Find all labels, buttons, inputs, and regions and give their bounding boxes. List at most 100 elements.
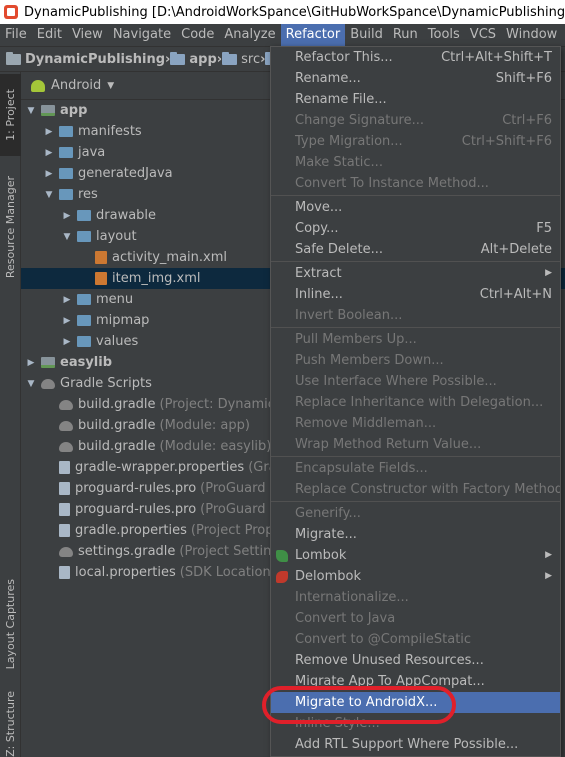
tree-item-label: drawable [96,208,157,223]
menu-item-replace-constructor-with-factory-method: Replace Constructor with Factory Method.… [271,479,560,500]
menu-item-shortcut: Alt+Delete [480,242,552,257]
menu-item-encapsulate-fields: Encapsulate Fields... [271,458,560,479]
menu-view[interactable]: View [67,24,108,46]
menu-item-rename[interactable]: Rename... Shift+F6 [271,68,560,89]
menu-edit[interactable]: Edit [32,24,67,46]
menu-item-move[interactable]: Move... [271,197,560,218]
menu-item-safe-delete[interactable]: Safe Delete... Alt+Delete [271,239,560,260]
menu-item-migrate[interactable]: Migrate... [271,524,560,545]
menu-item-shortcut: Ctrl+F6 [502,113,552,128]
collapsed-arrow-icon[interactable]: ▶ [43,148,55,158]
menu-item-wrap-method-return-value: Wrap Method Return Value... [271,434,560,455]
folder-icon [222,51,238,65]
menu-bar: File Edit View Navigate Code Analyze Refactor B… [0,24,565,46]
tree-item-label: gradle.properties [75,523,187,538]
properties-file-icon [59,503,70,516]
xml-file-icon [95,251,107,264]
delombok-icon [276,571,288,583]
menu-navigate[interactable]: Navigate [108,24,176,46]
menu-item-add-rtl-support-where-possible[interactable]: Add RTL Support Where Possible... [271,734,560,755]
tree-item-label: menu [96,292,134,307]
menu-item-lombok[interactable]: Lombok ▶ [271,545,560,566]
menu-item-label: Rename File... [295,92,387,107]
tab-resource-manager-label: Resource Manager [4,175,17,279]
menu-item-generify: Generify... [271,503,560,524]
tree-item-label: app [60,103,88,118]
menu-item-push-members-down: Push Members Down... [271,350,560,371]
menu-tools[interactable]: Tools [423,24,465,46]
collapsed-arrow-icon[interactable]: ▶ [61,316,73,326]
menu-separator [271,327,560,328]
expanded-arrow-icon[interactable]: ▼ [43,190,55,200]
menu-item-rename-file[interactable]: Rename File... [271,89,560,110]
menu-item-convert-to-java: Convert to Java [271,608,560,629]
expanded-arrow-icon[interactable]: ▼ [25,106,37,116]
menu-item-label: Refactor This... [295,50,393,65]
menu-item-label: Replace Inheritance with Delegation... [295,395,544,410]
menu-build[interactable]: Build [345,24,388,46]
breadcrumb-item-app[interactable]: app [170,51,217,67]
menu-item-label: Convert to @CompileStatic [295,632,472,647]
tree-item-label: easylib [60,355,113,370]
tree-item-label: layout [96,229,137,244]
project-view-mode: Android [51,78,102,93]
menu-item-extract[interactable]: Extract ▶ [271,263,560,284]
menu-file[interactable]: File [0,24,32,46]
breadcrumb-item-dynamicpublishing[interactable]: DynamicPublishing [6,51,165,67]
tree-item-hint: (Module: easylib) [159,439,272,454]
menu-run[interactable]: Run [388,24,423,46]
tree-item-label: values [96,334,139,349]
tree-item-hint: (Module: app) [159,418,250,433]
menu-analyze[interactable]: Analyze [219,24,280,46]
collapsed-arrow-icon[interactable]: ▶ [61,337,73,347]
menu-item-replace-inheritance-with-delegation: Replace Inheritance with Delegation... [271,392,560,413]
collapsed-arrow-icon[interactable]: ▶ [61,211,73,221]
menu-item-label: Inline... [295,287,343,302]
xml-file-icon [95,272,107,285]
tree-item-label: generatedJava [78,166,173,181]
tab-layout-captures[interactable]: Layout Captures [0,568,21,680]
tab-project[interactable]: 1: Project [0,74,21,156]
menu-item-label: Wrap Method Return Value... [295,437,482,452]
menu-item-label: Use Interface Where Possible... [295,374,497,389]
menu-item-label: Add RTL Support Where Possible... [295,737,519,752]
collapsed-arrow-icon[interactable]: ▶ [25,358,37,368]
breadcrumb-item-src[interactable]: src [222,51,260,67]
menu-item-type-migration: Type Migration... Ctrl+Shift+F6 [271,131,560,152]
ide-window: DynamicPublishing [D:\AndroidWorkSpance\… [0,0,565,757]
menu-item-refactor-this[interactable]: Refactor This... Ctrl+Alt+Shift+T [271,47,560,68]
menu-item-delombok[interactable]: Delombok ▶ [271,566,560,587]
collapsed-arrow-icon[interactable]: ▶ [61,295,73,305]
menu-refactor[interactable]: Refactor [280,24,346,46]
tree-item-label: activity_main.xml [112,250,228,265]
menu-separator [271,501,560,502]
folder-icon [77,210,91,221]
collapsed-arrow-icon[interactable]: ▶ [43,127,55,137]
menu-item-inline[interactable]: Inline... Ctrl+Alt+N [271,284,560,305]
tree-item-label: build.gradle [78,418,156,433]
menu-window[interactable]: Window [501,24,562,46]
menu-item-label: Convert to Java [295,611,396,626]
folder-icon [6,51,21,65]
menu-code[interactable]: Code [176,24,219,46]
android-icon [31,79,45,92]
expanded-arrow-icon[interactable]: ▼ [25,379,37,389]
properties-file-icon [59,566,70,579]
menu-item-label: Lombok [295,548,347,563]
menu-item-copy[interactable]: Copy... F5 [271,218,560,239]
tab-resource-manager[interactable]: Resource Manager [0,164,21,290]
tree-item-label: java [78,145,106,160]
tab-layout-captures-label: Layout Captures [4,578,17,670]
menu-item-shortcut: Ctrl+Shift+F6 [461,134,552,149]
expanded-arrow-icon[interactable]: ▼ [61,232,73,242]
collapsed-arrow-icon[interactable]: ▶ [43,169,55,179]
menu-vcs[interactable]: VCS [465,24,501,46]
tree-item-hint: (SDK Location) [179,565,276,580]
tree-item-label: mipmap [96,313,150,328]
tab-structure[interactable]: Z: Structure [0,691,21,757]
menu-item-label: Delombok [295,569,361,584]
folder-icon [77,294,91,305]
menu-item-remove-unused-resources[interactable]: Remove Unused Resources... [271,650,560,671]
menu-item-label: Type Migration... [295,134,403,149]
tree-item-label: build.gradle [78,397,156,412]
